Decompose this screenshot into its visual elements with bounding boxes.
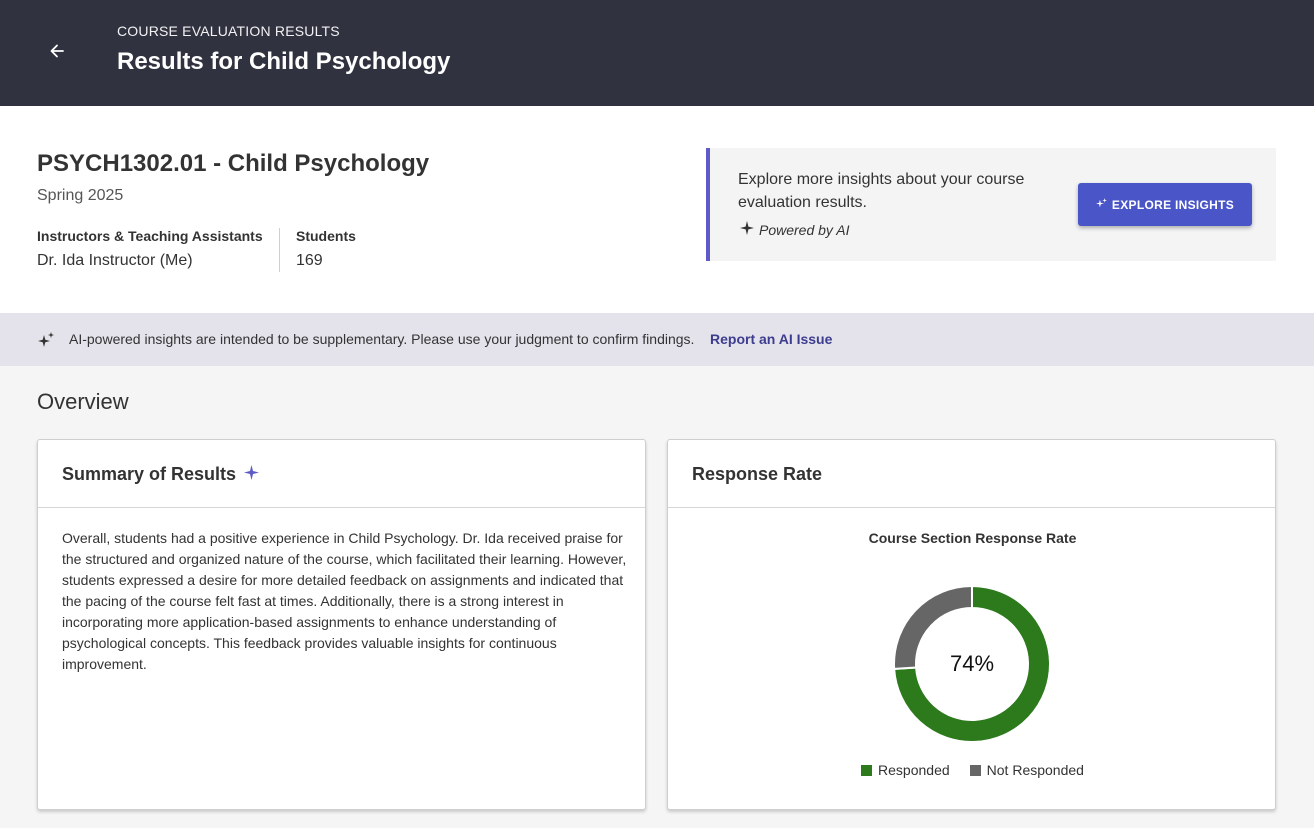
response-rate-panel: Response Rate Course Section Response Ra… [667, 439, 1276, 810]
page-title: Results for Child Psychology [117, 48, 451, 75]
sparkle-icon [1095, 197, 1107, 212]
course-info-card: PSYCH1302.01 - Child Psychology Spring 2… [0, 106, 1314, 313]
legend-item-responded: Responded [861, 762, 950, 778]
legend-label: Not Responded [986, 762, 1084, 778]
ai-sparkle-icon [37, 331, 55, 349]
students-column: Students 169 [296, 228, 356, 270]
legend-item-not-responded: Not Responded [969, 762, 1084, 778]
course-title: PSYCH1302.01 - Child Psychology [37, 150, 430, 177]
legend-swatch [861, 764, 873, 776]
overview-heading: Overview [37, 389, 129, 414]
ai-disclaimer-banner: AI-powered insights are intended to be s… [0, 313, 1314, 366]
instructors-label: Instructors & Teaching Assistants [37, 228, 263, 244]
legend-label: Responded [878, 762, 950, 778]
sparkle-icon [740, 221, 754, 238]
chart-title: Course Section Response Rate [868, 530, 1077, 546]
students-value: 169 [296, 252, 323, 269]
response-title: Response Rate [692, 464, 823, 484]
students-label: Students [296, 228, 356, 244]
summary-body: Overall, students had a positive experie… [62, 530, 627, 672]
donut-center-label: 74% [950, 651, 994, 676]
top-bar: COURSE EVALUATION RESULTS Results for Ch… [0, 0, 1314, 106]
powered-by-ai: Powered by AI [740, 221, 850, 238]
summary-panel: Summary of Results Overall, students had… [37, 439, 646, 810]
summary-title: Summary of Results [62, 464, 237, 484]
summary-panel-header: Summary of Results [38, 440, 645, 508]
response-donut-chart: 74% [893, 584, 1051, 743]
insights-callout: Explore more insights about your course … [706, 148, 1276, 261]
insights-text: Explore more insights about your course … [738, 171, 1025, 211]
instructors-column: Instructors & Teaching Assistants Dr. Id… [37, 228, 280, 272]
page-kicker: COURSE EVALUATION RESULTS [117, 23, 340, 39]
response-panel-header: Response Rate [668, 440, 1275, 508]
instructors-value: Dr. Ida Instructor (Me) [37, 252, 193, 269]
explore-insights-label: EXPLORE INSIGHTS [1111, 197, 1235, 212]
report-ai-issue-link[interactable]: Report an AI Issue [710, 331, 832, 347]
legend-swatch [969, 764, 981, 776]
explore-insights-button[interactable]: EXPLORE INSIGHTS [1078, 183, 1252, 226]
arrow-left-icon[interactable] [45, 39, 69, 63]
summary-title-row: Summary of Results [62, 464, 260, 485]
sparkle-icon [244, 464, 260, 485]
powered-by-label: Powered by AI [759, 221, 850, 238]
course-term: Spring 2025 [37, 187, 124, 204]
ai-disclaimer-text: AI-powered insights are intended to be s… [69, 331, 695, 347]
chart-legend: Responded Not Responded [668, 762, 1277, 778]
